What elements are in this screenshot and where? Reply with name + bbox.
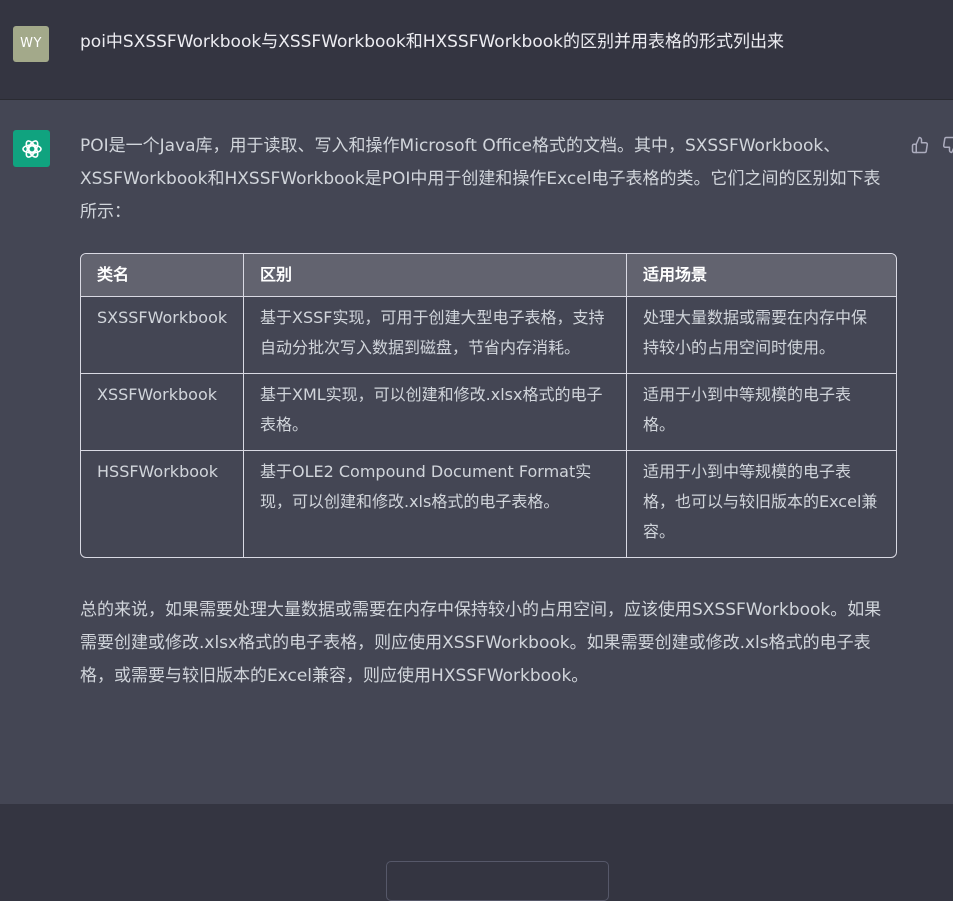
user-message-row: WY poi中SXSSFWorkbook与XSSFWorkbook和HXSSFW… xyxy=(0,0,953,100)
table-row: XSSFWorkbook 基于XML实现，可以创建和修改.xlsx格式的电子表格… xyxy=(81,374,896,451)
table-cell-use-case: 适用于小到中等规模的电子表格。 xyxy=(627,374,896,451)
table-cell-difference: 基于XML实现，可以创建和修改.xlsx格式的电子表格。 xyxy=(244,374,627,451)
thumbs-up-icon[interactable] xyxy=(909,134,931,156)
table-cell-difference: 基于XSSF实现，可用于创建大型电子表格，支持自动分批次写入数据到磁盘，节省内存… xyxy=(244,297,627,374)
user-message-text: poi中SXSSFWorkbook与XSSFWorkbook和HXSSFWork… xyxy=(80,32,784,52)
table-cell-class-name: SXSSFWorkbook xyxy=(81,297,244,374)
bottom-input-area xyxy=(0,804,953,901)
table-cell-use-case: 适用于小到中等规模的电子表格，也可以与较旧版本的Excel兼容。 xyxy=(643,462,878,541)
assistant-summary-paragraph: 总的来说，如果需要处理大量数据或需要在内存中保持较小的占用空间，应该使用SXSS… xyxy=(80,600,882,686)
table-cell-class-name: XSSFWorkbook xyxy=(81,374,244,451)
table-row: HSSFWorkbook 基于OLE2 Compound Document Fo… xyxy=(81,451,896,557)
user-avatar: WY xyxy=(13,26,49,62)
table-header-cell: 类名 xyxy=(81,254,244,297)
assistant-message-row: POI是一个Java库，用于读取、写入和操作Microsoft Office格式… xyxy=(0,100,953,804)
chatgpt-logo-icon xyxy=(13,130,50,167)
table-header-cell: 适用场景 xyxy=(627,254,896,297)
table-cell-class-name: HSSFWorkbook xyxy=(81,451,244,557)
thumbs-down-icon[interactable] xyxy=(940,134,953,156)
table-cell-difference: 基于OLE2 Compound Document Format实现，可以创建和修… xyxy=(244,451,627,557)
table-row: SXSSFWorkbook 基于XSSF实现，可用于创建大型电子表格，支持自动分… xyxy=(81,297,896,374)
assistant-intro-paragraph: POI是一个Java库，用于读取、写入和操作Microsoft Office格式… xyxy=(80,136,881,222)
table-header-cell: 区别 xyxy=(244,254,627,297)
assistant-message-content: POI是一个Java库，用于读取、写入和操作Microsoft Office格式… xyxy=(80,130,897,693)
table-header-row: 类名 区别 适用场景 xyxy=(81,254,896,297)
table-cell-use-case: 处理大量数据或需要在内存中保持较小的占用空间时使用。 xyxy=(627,297,896,374)
comparison-table: 类名 区别 适用场景 SXSSFWorkbook 基于XSSF实现，可用于创建大… xyxy=(80,253,897,558)
regenerate-button[interactable] xyxy=(386,861,609,901)
